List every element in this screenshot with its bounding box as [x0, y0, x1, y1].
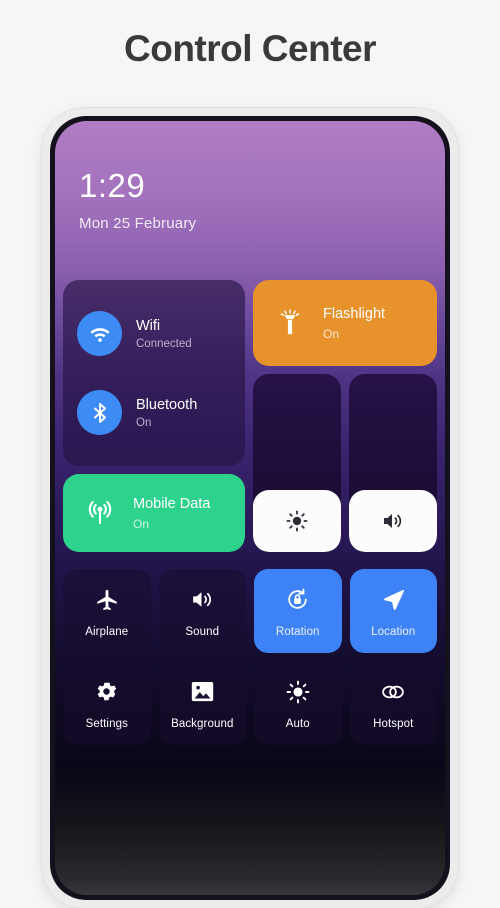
clock-time: 1:29 [79, 167, 146, 204]
tile-auto[interactable]: Auto [254, 661, 342, 745]
flashlight-title: Flashlight [323, 306, 386, 323]
tile-label: Rotation [275, 625, 320, 638]
phone-screen: 1:29 Mon 25 February Wifi Connected Blue… [55, 121, 445, 895]
wifi-text: Wifi Connected [136, 317, 192, 349]
tile-label: Hotspot [373, 717, 414, 730]
image-icon [189, 677, 216, 707]
mobile-data-text: Mobile Data On [133, 495, 210, 530]
page-title: Control Center [124, 28, 377, 69]
tile-mobile-data[interactable]: Mobile Data On [63, 474, 245, 552]
mobile-data-subtitle: On [133, 516, 150, 531]
tile-label: Settings [85, 717, 128, 730]
flashlight-icon [271, 308, 309, 338]
wifi-subtitle: Connected [136, 337, 192, 350]
cell-signal-icon [81, 498, 119, 528]
wifi-icon [77, 311, 122, 356]
tile-label: Background [171, 717, 234, 730]
tile-background[interactable]: Background [158, 661, 246, 745]
volume-icon [189, 585, 216, 615]
quick-tile-grid: Airplane Sound Rotation Location Setting… [63, 569, 437, 745]
phone-bezel: 1:29 Mon 25 February Wifi Connected Blue… [50, 116, 450, 900]
clock-date: Mon 25 February [79, 215, 197, 232]
flashlight-subtitle: On [323, 326, 340, 341]
tile-label: Airplane [85, 625, 129, 638]
tile-label: Sound [185, 625, 220, 638]
location-arrow-icon [380, 585, 407, 615]
quick-settings-panel: Wifi Connected Bluetooth On Mobile Data … [63, 280, 437, 552]
panel-right-column: Flashlight On [253, 280, 437, 552]
volume-icon [380, 509, 406, 533]
hotspot-icon [378, 677, 408, 707]
bluetooth-icon [77, 390, 122, 435]
status-clock: 1:29 Mon 25 February [79, 169, 196, 232]
tile-rotation[interactable]: Rotation [254, 569, 342, 653]
tile-label: Auto [285, 717, 310, 730]
gear-icon [94, 677, 119, 707]
tile-airplane[interactable]: Airplane [63, 569, 151, 653]
tile-flashlight[interactable]: Flashlight On [253, 280, 437, 366]
tile-sound[interactable]: Sound [158, 569, 246, 653]
wifi-title: Wifi [136, 318, 161, 335]
bluetooth-text: Bluetooth On [136, 396, 197, 428]
brightness-slider[interactable] [253, 374, 341, 552]
tile-wifi[interactable]: Wifi Connected [63, 294, 245, 373]
brightness-icon [285, 509, 309, 533]
panel-left-column: Wifi Connected Bluetooth On Mobile Data … [63, 280, 245, 552]
bluetooth-title: Bluetooth [136, 397, 198, 414]
tile-settings[interactable]: Settings [63, 661, 151, 745]
volume-slider[interactable] [349, 374, 437, 552]
slider-row [253, 374, 437, 552]
tile-bluetooth[interactable]: Bluetooth On [63, 373, 245, 452]
flashlight-text: Flashlight On [323, 305, 385, 340]
bluetooth-subtitle: On [136, 416, 152, 429]
rotation-lock-icon [284, 585, 311, 615]
mobile-data-title: Mobile Data [133, 496, 211, 513]
airplane-icon [94, 585, 120, 615]
brightness-icon [285, 677, 311, 707]
phone-frame: 1:29 Mon 25 February Wifi Connected Blue… [42, 108, 458, 908]
tile-label: Location [371, 625, 416, 638]
volume-slider-fill[interactable] [349, 489, 437, 552]
tile-location[interactable]: Location [349, 569, 437, 653]
connectivity-card: Wifi Connected Bluetooth On [63, 280, 245, 466]
tile-hotspot[interactable]: Hotspot [349, 661, 437, 745]
brightness-slider-fill[interactable] [253, 489, 341, 552]
